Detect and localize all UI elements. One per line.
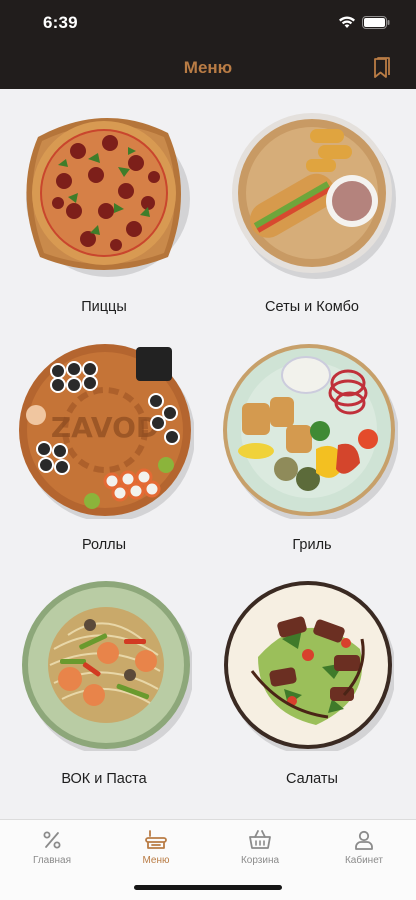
- percent-icon: [43, 831, 61, 849]
- salad-image: [224, 581, 394, 751]
- wifi-icon: [339, 16, 355, 28]
- tab-cart[interactable]: Корзина: [208, 820, 312, 874]
- grill-image: [223, 344, 398, 519]
- category-card-salads[interactable]: Салаты: [208, 561, 416, 797]
- category-label: Пиццы: [81, 299, 127, 315]
- tab-menu[interactable]: Меню: [104, 820, 208, 874]
- rolls-image: ZAVOD: [19, 344, 194, 519]
- user-icon: [355, 830, 373, 850]
- category-label: Роллы: [81, 537, 127, 553]
- category-card-wok-pasta[interactable]: ВОК и Паста: [0, 561, 208, 797]
- category-card-pizza[interactable]: Пиццы: [0, 89, 208, 325]
- tab-cabinet[interactable]: Кабинет: [312, 820, 416, 874]
- tab-label: Корзина: [240, 855, 280, 866]
- category-label: ВОК и Паста: [61, 771, 147, 787]
- page-title: Меню: [183, 58, 233, 77]
- combo-set-image: [232, 113, 396, 279]
- tab-label: Кабинет: [344, 855, 384, 866]
- app-header: 6:39 Меню: [0, 0, 416, 89]
- category-card-grill[interactable]: Гриль: [208, 325, 416, 561]
- basket-icon: [249, 830, 271, 849]
- status-bar: 6:39: [0, 0, 416, 46]
- menu-categories-grid: Пиццы Сеты и Комбо ZAVOD Роллы Гриль ВОК…: [0, 89, 416, 819]
- status-time: 6:39: [43, 13, 78, 32]
- battery-icon: [362, 16, 390, 29]
- board-brand-text: ZAVOD: [51, 411, 159, 444]
- category-label: Салаты: [286, 771, 338, 787]
- category-label: Гриль: [292, 537, 332, 553]
- bookmark-icon[interactable]: [372, 57, 392, 79]
- home-indicator[interactable]: [134, 885, 282, 890]
- tab-label: Главная: [32, 855, 72, 866]
- category-card-sets-combo[interactable]: Сеты и Комбо: [208, 89, 416, 325]
- menu-dish-icon: [145, 830, 167, 849]
- category-card-rolls[interactable]: ZAVOD Роллы: [0, 325, 208, 561]
- wok-pasta-image: [22, 581, 192, 751]
- tab-label: Меню: [142, 855, 170, 866]
- tab-home[interactable]: Главная: [0, 820, 104, 874]
- pizza-image: [26, 117, 190, 277]
- category-label: Сеты и Комбо: [265, 299, 359, 315]
